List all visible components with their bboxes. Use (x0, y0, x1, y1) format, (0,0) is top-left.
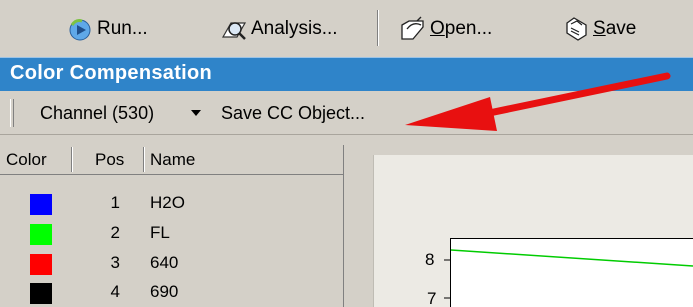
annotation-arrow (405, 72, 671, 131)
chart-overlay (405, 72, 693, 299)
fl-series-line (450, 249, 693, 267)
